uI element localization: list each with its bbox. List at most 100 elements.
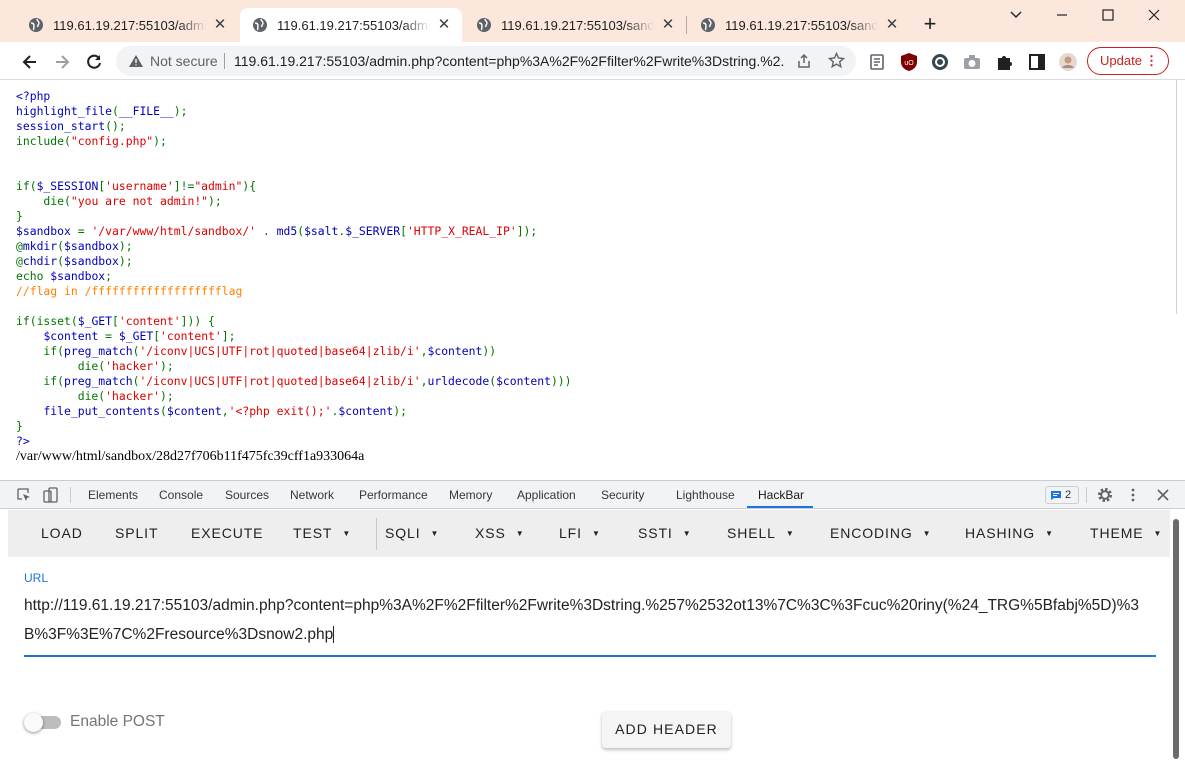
code-token: ( (57, 254, 65, 268)
extension-circle-icon[interactable] (930, 52, 950, 72)
hackbar-menu-load[interactable]: LOAD (41, 525, 83, 541)
code-token: @ (16, 239, 23, 253)
code-token: ); (173, 104, 188, 118)
devtools-tab-elements[interactable]: Elements (88, 488, 138, 502)
devtools-tab-bar: Elements Console Sources Network Perform… (0, 481, 1185, 509)
hackbar-menu-lfi[interactable]: LFI ▼ (559, 525, 600, 541)
close-tab-icon[interactable]: ✕ (436, 17, 452, 33)
devtools-tab-performance[interactable]: Performance (359, 488, 428, 502)
scrollbar-thumb[interactable] (1173, 519, 1179, 759)
code-token: __FILE__ (118, 104, 174, 118)
tab-admin-2[interactable]: 119.61.19.217:55103/admin.php ✕ (240, 8, 462, 42)
code-token: $sandbox (64, 239, 119, 253)
back-icon[interactable] (20, 52, 40, 72)
side-panel-icon[interactable] (1027, 52, 1047, 72)
camera-icon[interactable] (962, 52, 982, 72)
new-tab-button[interactable]: + (918, 13, 942, 37)
code-token: ); (118, 254, 133, 268)
devtools-tab-console[interactable]: Console (159, 488, 203, 502)
inspect-element-icon[interactable] (16, 487, 32, 503)
tab-sandbox-2[interactable]: 119.61.19.217:55103/sandbox/ ✕ (688, 8, 910, 42)
extensions-puzzle-icon[interactable] (995, 52, 1015, 72)
url-text[interactable]: 119.61.19.217:55103/admin.php?content=ph… (234, 53, 784, 69)
devtools-separator (70, 487, 71, 503)
hackbar-menu: LOAD SPLIT EXECUTE TEST ▼ SQLI ▼ XSS ▼ LFI ▼ SSTI ▼ S… (8, 510, 1170, 557)
tab-admin-1[interactable]: 119.61.19.217:55103/admin.php ✕ (16, 8, 238, 42)
hackbar-menu-test[interactable]: TEST ▼ (293, 525, 350, 541)
hackbar-menu-theme[interactable]: THEME ▼ (1090, 525, 1161, 541)
close-tab-icon[interactable]: ✕ (884, 17, 900, 33)
devtools-tab-memory[interactable]: Memory (449, 488, 492, 502)
dropdown-caret-icon: ▼ (922, 529, 931, 538)
enable-post-toggle[interactable] (24, 713, 62, 732)
code-line: $content = $_GET['content']; (16, 329, 572, 344)
profile-avatar-icon[interactable] (1058, 52, 1078, 72)
code-token: "you are not admin!" (70, 194, 209, 208)
code-token: , (221, 404, 229, 418)
message-icon (1051, 491, 1061, 500)
close-devtools-icon[interactable] (1155, 487, 1171, 503)
page-content: <?php highlight_file(__FILE__); session_st… (0, 81, 1185, 480)
more-options-icon[interactable] (1125, 487, 1141, 503)
hackbar-menu-ssti[interactable]: SSTI ▼ (638, 525, 691, 541)
code-token: 'hacker' (105, 359, 161, 373)
hackbar-menu-xss[interactable]: XSS ▼ (475, 525, 524, 541)
close-tab-icon[interactable]: ✕ (660, 17, 676, 33)
code-token: 'hacker' (105, 389, 161, 403)
devtools-panel: Elements Console Sources Network Perform… (0, 480, 1185, 776)
settings-gear-icon[interactable] (1097, 487, 1113, 503)
devtools-tab-lighthouse[interactable]: Lighthouse (676, 488, 735, 502)
devtools-tab-network[interactable]: Network (290, 488, 334, 502)
code-token: $_SESSION (36, 179, 99, 193)
code-token: if( (16, 374, 65, 388)
globe-icon (29, 18, 43, 32)
url-value-text: http://119.61.19.217:55103/admin.php?con… (24, 597, 1140, 643)
update-button[interactable]: Update ⋮ (1087, 47, 1169, 75)
code-line: <?php (16, 89, 572, 104)
security-label[interactable]: Not secure (150, 53, 218, 69)
message-count: 2 (1065, 489, 1072, 501)
share-icon[interactable] (796, 53, 812, 69)
url-textarea[interactable]: http://119.61.19.217:55103/admin.php?con… (24, 591, 1156, 657)
dropdown-caret-icon: ▼ (1153, 529, 1162, 538)
ublock-shield-icon[interactable]: uO (899, 52, 919, 72)
close-tab-icon[interactable]: ✕ (212, 17, 228, 33)
devtools-tab-security[interactable]: Security (601, 488, 644, 502)
device-toolbar-icon[interactable] (43, 487, 59, 503)
devtools-tab-application[interactable]: Application (517, 488, 576, 502)
tab-search-icon[interactable] (1005, 6, 1027, 24)
hackbar-menu-execute[interactable]: EXECUTE (191, 525, 263, 541)
code-line: include("config.php"); (16, 134, 572, 149)
code-token: $_SERVER (345, 224, 401, 238)
devtools-tab-hackbar[interactable]: HackBar (758, 488, 804, 502)
forward-icon[interactable] (52, 52, 72, 72)
code-line: die('hacker'); (16, 359, 572, 374)
code-token: if(isset( (16, 314, 78, 328)
dropdown-caret-icon: ▼ (515, 529, 524, 538)
hackbar-menu-encoding[interactable]: ENCODING ▼ (830, 525, 931, 541)
add-header-button[interactable]: ADD HEADER (602, 711, 731, 748)
reading-list-icon[interactable] (868, 52, 888, 72)
hackbar-menu-shell[interactable]: SHELL ▼ (727, 525, 794, 541)
page-scrollbar[interactable] (1176, 80, 1185, 314)
code-line: $sandbox = '/var/www/html/sandbox/' . md… (16, 224, 572, 239)
code-token: ))) (550, 374, 572, 388)
php-source-code: <?php highlight_file(__FILE__); session_st… (16, 89, 572, 449)
maximize-icon[interactable] (1097, 6, 1119, 24)
hackbar-menu-split[interactable]: SPLIT (115, 525, 158, 541)
bookmark-star-icon[interactable] (828, 52, 845, 69)
messages-badge[interactable]: 2 (1045, 486, 1079, 504)
code-token: mkdir (22, 239, 58, 253)
devtools-tab-sources[interactable]: Sources (225, 488, 269, 502)
tab-title: 119.61.19.217:55103/admin.php (53, 17, 206, 33)
close-window-icon[interactable] (1143, 6, 1165, 24)
devtools-scrollbar[interactable] (1171, 509, 1185, 776)
hackbar-menu-sqli[interactable]: SQLI ▼ (385, 525, 438, 541)
minimize-icon[interactable] (1051, 6, 1073, 24)
tab-sandbox-1[interactable]: 119.61.19.217:55103/sandbox/ ✕ (464, 8, 686, 42)
address-bar[interactable]: Not secure 119.61.19.217:55103/admin.php… (116, 46, 856, 76)
code-token: [ (400, 224, 407, 238)
hackbar-menu-hashing[interactable]: HASHING ▼ (965, 525, 1053, 541)
reload-icon[interactable] (84, 52, 104, 72)
